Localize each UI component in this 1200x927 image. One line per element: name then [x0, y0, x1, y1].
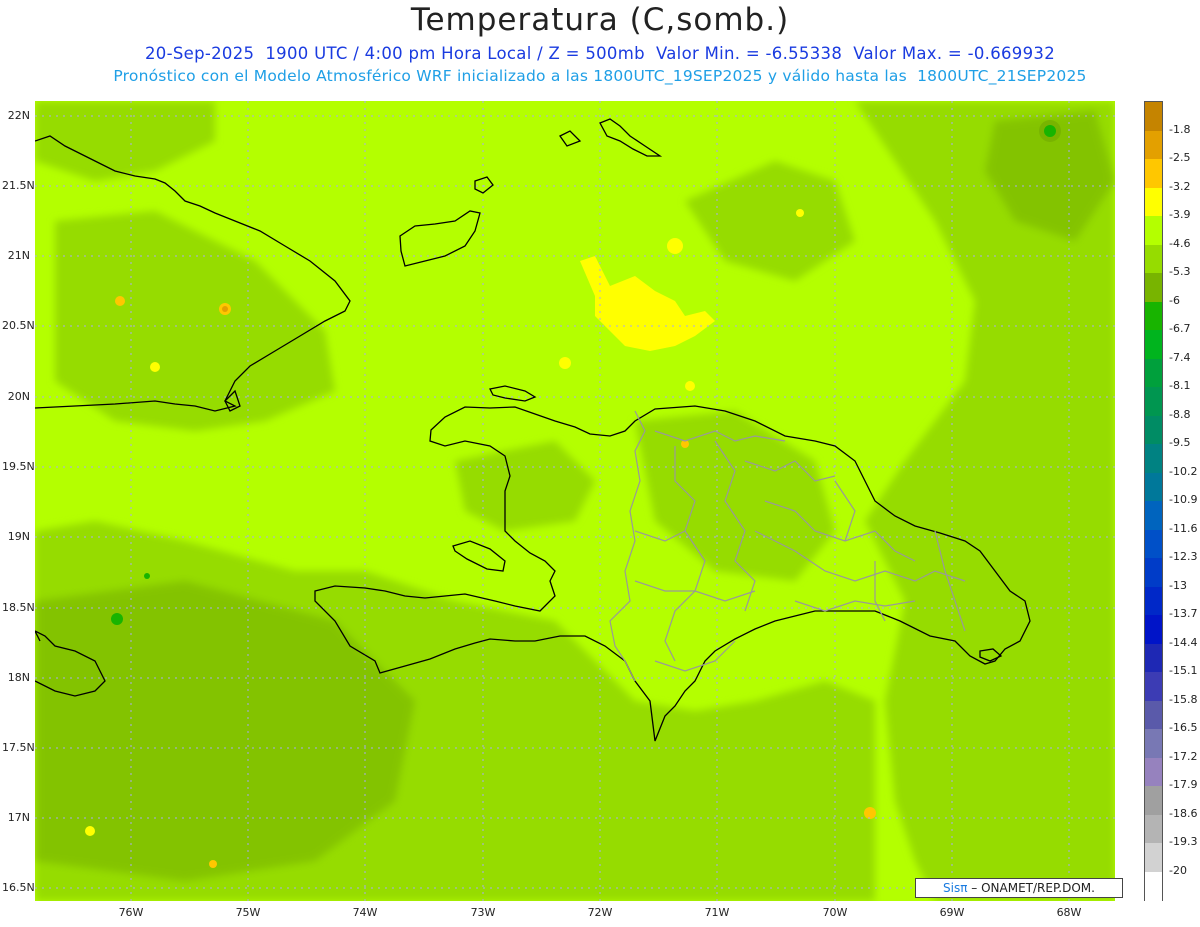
colorbar-label: -5.3: [1169, 265, 1191, 278]
colorbar: [1144, 101, 1163, 901]
colorbar-label: -18.6: [1169, 806, 1198, 820]
colorbar-label: -15.1: [1169, 664, 1198, 677]
map-title: Temperatura (C,somb.): [410, 2, 790, 38]
colorbar-label: -7.4: [1169, 350, 1191, 364]
colorbar-label: -13.7: [1169, 607, 1198, 620]
colorbar-label: -10.9: [1169, 493, 1198, 506]
lon-label: 68W: [1056, 906, 1082, 919]
lat-label: 17.5N: [2, 741, 35, 754]
colorbar-segment: [1145, 216, 1162, 245]
subtitle-model-info: Pronóstico con el Modelo Atmosférico WRF…: [113, 67, 1087, 85]
credit-box: Sisπ – ONAMET/REP.DOM.: [915, 878, 1123, 898]
colorbar-segment: [1145, 187, 1162, 217]
colorbar-label: -19.3: [1169, 835, 1198, 848]
colorbar-segment: [1145, 814, 1162, 844]
colorbar-segment: [1145, 501, 1162, 530]
colorbar-segment: [1145, 415, 1162, 445]
lon-label: 72W: [587, 906, 613, 919]
colorbar-segment: [1145, 672, 1162, 701]
lat-label: 19.5N: [2, 460, 35, 473]
colorbar-label: -11.6: [1169, 521, 1198, 535]
colorbar-segment: [1145, 700, 1162, 730]
colorbar-label: -10.2: [1169, 464, 1198, 478]
colorbar-label: -17.2: [1169, 749, 1198, 763]
colorbar-label: -3.9: [1169, 208, 1191, 221]
colorbar-label: -6.7: [1169, 322, 1191, 335]
colorbar-segment: [1145, 786, 1162, 815]
lon-label: 70W: [822, 906, 848, 919]
colorbar-label: -1.8: [1169, 122, 1191, 136]
lat-label: 17N: [7, 811, 30, 824]
colorbar-label: -3.2: [1169, 179, 1191, 193]
colorbar-segment: [1145, 643, 1162, 673]
lat-label: 20.5N: [2, 319, 35, 332]
colorbar-segment: [1145, 529, 1162, 559]
lat-label: 18.5N: [2, 601, 35, 614]
colorbar-segment: [1145, 729, 1162, 758]
lat-label: 20N: [7, 390, 30, 403]
temperature-map: [35, 101, 1115, 901]
colorbar-label: -20: [1169, 863, 1187, 877]
colorbar-segment: [1145, 615, 1162, 644]
colorbar-segment: [1145, 586, 1162, 616]
colorbar-segment: [1145, 330, 1162, 359]
lat-label: 18N: [7, 671, 30, 684]
colorbar-label: -4.6: [1169, 236, 1191, 250]
brand-label: Sisπ: [943, 881, 968, 895]
lat-label: 21.5N: [2, 179, 35, 192]
lat-label: 19N: [7, 530, 30, 543]
colorbar-segment: [1145, 558, 1162, 587]
org-label: – ONAMET/REP.DOM.: [971, 881, 1095, 895]
colorbar-segment: [1145, 757, 1162, 787]
lon-label: 73W: [470, 906, 496, 919]
lat-label: 21N: [7, 249, 30, 262]
colorbar-label: -13: [1169, 578, 1187, 592]
colorbar-segment: [1145, 244, 1162, 274]
colorbar-label: -12.3: [1169, 550, 1198, 563]
lon-label: 74W: [352, 906, 378, 919]
lat-label: 22N: [7, 109, 30, 122]
colorbar-label: -8.8: [1169, 407, 1191, 421]
subtitle-valid-time: 20-Sep-2025 1900 UTC / 4:00 pm Hora Loca…: [145, 44, 1055, 63]
colorbar-label: -16.5: [1169, 721, 1198, 734]
colorbar-label: -15.8: [1169, 692, 1198, 706]
lon-label: 71W: [704, 906, 730, 919]
colorbar-segment: [1145, 130, 1162, 160]
lon-label: 69W: [939, 906, 965, 919]
colorbar-segment: [1145, 358, 1162, 388]
lon-label: 76W: [118, 906, 144, 919]
colorbar-segment: [1145, 301, 1162, 331]
colorbar-segment: [1145, 444, 1162, 473]
lat-label: 16.5N: [2, 881, 35, 894]
colorbar-label: -9.5: [1169, 436, 1191, 449]
colorbar-segment: [1145, 871, 1162, 901]
colorbar-label: -6: [1169, 293, 1180, 307]
colorbar-segment: [1145, 843, 1162, 872]
colorbar-segment: [1145, 159, 1162, 188]
colorbar-label: -8.1: [1169, 379, 1191, 392]
colorbar-segment: [1145, 102, 1162, 131]
colorbar-segment: [1145, 273, 1162, 302]
colorbar-segment: [1145, 387, 1162, 416]
colorbar-label: -17.9: [1169, 778, 1198, 791]
colorbar-label: -14.4: [1169, 635, 1198, 649]
lon-label: 75W: [235, 906, 261, 919]
colorbar-label: -2.5: [1169, 151, 1191, 164]
colorbar-segment: [1145, 472, 1162, 502]
